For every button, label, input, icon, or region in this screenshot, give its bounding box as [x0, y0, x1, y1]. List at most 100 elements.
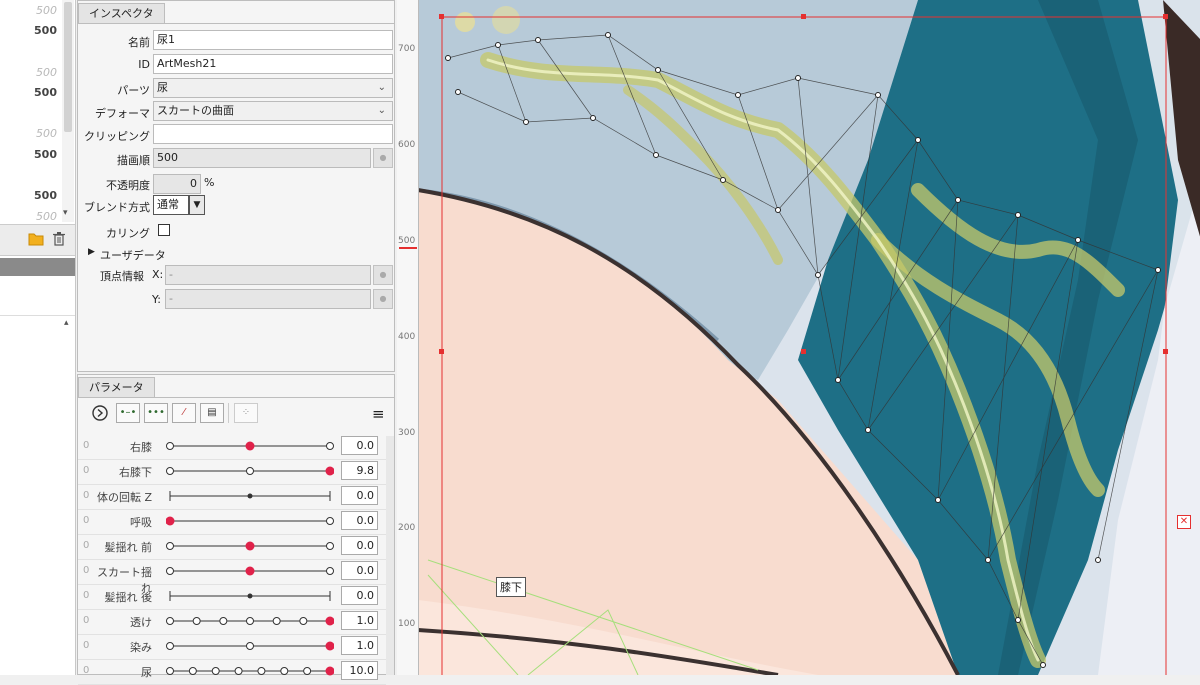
parameter-slider[interactable]	[166, 461, 334, 481]
parameter-row[interactable]: 0 スカート揺れ 0.0	[78, 559, 386, 595]
parts-select[interactable]: 尿 ⌄	[153, 78, 393, 98]
name-label: 名前	[128, 36, 150, 49]
parameter-value-field[interactable]: 9.8	[341, 461, 378, 480]
parameter-value-field[interactable]: 0.0	[341, 561, 378, 580]
parameter-row[interactable]: 0 右膝 0.0	[78, 434, 386, 460]
vertex-y-field[interactable]: -	[165, 289, 371, 309]
parameter-slider[interactable]	[166, 586, 334, 606]
parameter-slider[interactable]	[166, 661, 334, 681]
vertex-x-label: X:	[152, 268, 164, 281]
parameter-slider[interactable]	[166, 511, 334, 531]
add-key-icon[interactable]: •–•	[116, 403, 140, 423]
folder-icon[interactable]	[28, 232, 44, 246]
blend-select[interactable]: 通常	[153, 195, 189, 215]
row-grip-icon[interactable]: 0	[83, 540, 89, 551]
key-point	[326, 567, 334, 575]
param-settings-icon[interactable]: ▤	[200, 403, 224, 423]
parameter-row[interactable]: 0 髪揺れ 後 0.0	[78, 584, 386, 610]
close-icon[interactable]: ✕	[1177, 515, 1191, 529]
parameter-slider[interactable]	[166, 611, 334, 631]
vertex-y-key-button[interactable]: ●	[373, 289, 393, 309]
left-toolbar	[0, 224, 75, 256]
key-point	[188, 667, 197, 675]
grid-icon[interactable]: ⁘	[234, 403, 258, 423]
parameter-slider[interactable]	[166, 561, 334, 581]
left-list-scrollbar[interactable]: ▾	[62, 0, 74, 222]
ruler-label: 200	[398, 523, 416, 533]
id-field[interactable]: ArtMesh21	[153, 54, 393, 74]
row-grip-icon[interactable]: 0	[83, 590, 89, 601]
vertex-x-key-button[interactable]: ●	[373, 265, 393, 285]
parameter-row[interactable]: 0 呼吸 0.0	[78, 509, 386, 535]
dropdown-arrow-icon[interactable]: ▼	[189, 195, 205, 215]
name-field[interactable]: 尿1	[153, 30, 393, 50]
parameter-row[interactable]: 0 髪揺れ 前 0.0	[78, 534, 386, 560]
slider-handle	[166, 516, 175, 526]
parameter-slider[interactable]	[166, 536, 334, 556]
parameter-value-field[interactable]: 0.0	[341, 586, 378, 605]
row-grip-icon[interactable]: 0	[83, 615, 89, 626]
trash-icon[interactable]	[52, 231, 66, 247]
slider-handle	[325, 666, 334, 676]
list-value: 500	[36, 127, 57, 140]
play-circle-icon[interactable]	[92, 405, 108, 421]
userdata-label[interactable]: ユーザデータ	[100, 247, 166, 263]
parameter-value-field[interactable]: 1.0	[341, 611, 378, 630]
opacity-field[interactable]: 0	[153, 174, 201, 194]
deformer-label-tag[interactable]: 膝下	[496, 577, 526, 597]
tab-parameters[interactable]: パラメータ	[78, 377, 155, 398]
key-point	[166, 567, 174, 575]
parameter-value-field[interactable]: 10.0	[341, 661, 378, 680]
parameter-row[interactable]: 0 染み 1.0	[78, 634, 386, 660]
scroll-up-icon[interactable]: ▴	[64, 318, 69, 328]
delete-key-icon[interactable]: ⁄	[172, 403, 196, 423]
parameter-slider[interactable]	[166, 486, 334, 506]
parameter-row[interactable]: 0 透け 1.0	[78, 609, 386, 635]
key-point	[280, 667, 289, 675]
row-grip-icon[interactable]: 0	[83, 490, 89, 501]
parameter-panel: パラメータ •–• ••• ⁄ ▤ ⁘ ≡ 0 右膝 0.0 0 右膝下 9.8 0 体の回転…	[77, 374, 395, 685]
menu-icon[interactable]: ≡	[372, 405, 385, 423]
parts-label: パーツ	[117, 84, 150, 97]
parameter-name: 右膝	[130, 441, 152, 454]
parameter-slider[interactable]	[166, 636, 334, 656]
id-label: ID	[138, 58, 150, 71]
vertex-x-field[interactable]: -	[165, 265, 371, 285]
key-point	[234, 667, 243, 675]
expand-arrow-icon[interactable]: ▶	[88, 247, 95, 257]
parameter-value-field[interactable]: 0.0	[341, 536, 378, 555]
parameter-name: 呼吸	[130, 516, 152, 529]
parameter-row[interactable]: 0 右膝下 9.8	[78, 459, 386, 485]
parameter-value-field[interactable]: 0.0	[341, 436, 378, 455]
key-point	[326, 442, 334, 450]
parameter-value-field[interactable]: 1.0	[341, 636, 378, 655]
row-grip-icon[interactable]: 0	[83, 515, 89, 526]
key-point	[303, 667, 312, 675]
canvas-viewport[interactable]: 膝下 ✕	[397, 0, 1200, 675]
tab-inspector[interactable]: インスペクタ	[78, 3, 165, 24]
parameter-row[interactable]: 0 体の回転 Z 0.0	[78, 484, 386, 510]
scroll-down-icon[interactable]: ▾	[63, 208, 68, 218]
culling-checkbox[interactable]	[158, 224, 170, 236]
parameter-value-field[interactable]: 0.0	[341, 511, 378, 530]
draw-order-key-button[interactable]: ●	[373, 148, 393, 168]
parameter-scrollbar[interactable]	[386, 436, 394, 675]
draw-order-field[interactable]: 500	[153, 148, 371, 168]
opacity-label: 不透明度	[106, 179, 150, 192]
row-grip-icon[interactable]: 0	[83, 465, 89, 476]
parameter-value-field[interactable]: 0.0	[341, 486, 378, 505]
deformer-select[interactable]: スカートの曲面 ⌄	[153, 101, 393, 121]
key-point	[166, 442, 174, 450]
row-grip-icon[interactable]: 0	[83, 565, 89, 576]
add-keys-icon[interactable]: •••	[144, 403, 168, 423]
key-point	[166, 667, 174, 675]
row-grip-icon[interactable]: 0	[83, 640, 89, 651]
clipping-field[interactable]	[153, 124, 393, 144]
row-grip-icon[interactable]: 0	[83, 665, 89, 676]
ruler-label: 400	[398, 332, 416, 342]
key-point	[257, 667, 266, 675]
row-grip-icon[interactable]: 0	[83, 440, 89, 451]
parameter-slider[interactable]	[166, 436, 334, 456]
parameter-row[interactable]: 0 尿 10.0	[78, 659, 386, 685]
slider-handle	[245, 541, 255, 551]
